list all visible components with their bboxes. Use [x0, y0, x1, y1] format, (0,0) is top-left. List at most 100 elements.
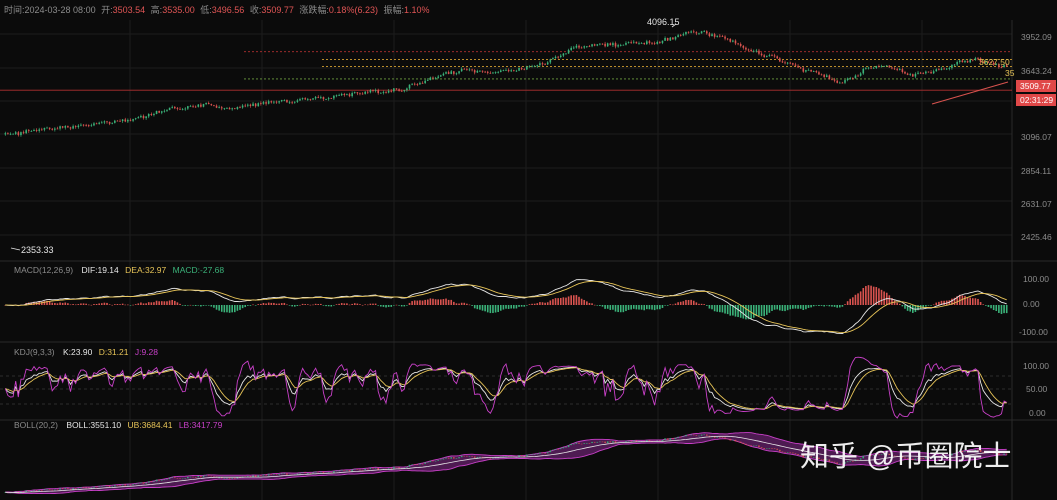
header-amplitude: 1.10%: [404, 5, 430, 15]
candle-body: [361, 93, 364, 95]
boll-candle: [286, 473, 288, 475]
macd-bar: [690, 299, 692, 305]
candle-body: [797, 65, 799, 68]
candle-body: [919, 72, 922, 74]
macd-bar: [992, 305, 995, 311]
header-time-label: 时间:: [4, 4, 25, 15]
macd-bar: [327, 305, 330, 307]
candle-body: [938, 69, 940, 71]
macd-bar: [314, 303, 317, 305]
candle-body: [554, 56, 557, 59]
candle-body: [792, 63, 794, 65]
candle-body: [434, 77, 437, 79]
macd-bar: [784, 305, 786, 312]
macd-bar: [72, 304, 74, 305]
candle-body: [445, 72, 447, 74]
candle-body: [338, 95, 340, 96]
macd-bar: [320, 303, 322, 305]
boll-candle: [314, 471, 317, 473]
macd-bar: [599, 305, 601, 306]
boll-candle: [526, 454, 528, 457]
macd-bar: [526, 305, 528, 306]
candle-body: [194, 106, 197, 108]
macd-bar: [205, 305, 207, 306]
macd-bar: [520, 305, 523, 307]
candlestick-chart[interactable]: 时间:2024-03-28 08:00 开:3503.54 高:3535.00 …: [0, 0, 1057, 500]
macd-bar: [909, 305, 912, 312]
boll-candle: [703, 434, 706, 436]
macd-bar: [588, 302, 591, 305]
boll-candle: [572, 443, 575, 445]
macd-bar: [406, 305, 408, 306]
macd-bar: [181, 305, 184, 306]
boll-candle: [361, 469, 364, 471]
macd-value-label: MACD:-27.68: [173, 265, 225, 275]
macd-bar: [247, 305, 249, 306]
candle-body: [411, 83, 413, 85]
kdj-tick-100: 100.00: [1023, 361, 1049, 371]
macd-bar: [659, 305, 661, 310]
macd-bar: [614, 305, 617, 312]
candle-body: [64, 126, 67, 128]
candle-body: [343, 93, 346, 96]
macd-bar: [737, 305, 739, 318]
macd-bar: [638, 305, 640, 310]
candle-body: [463, 68, 466, 70]
macd-bar: [672, 304, 674, 306]
kdj-tick-0: 0.00: [1029, 408, 1046, 418]
macd-bar: [531, 303, 533, 305]
y-tick-3096: 3096.07: [1021, 132, 1052, 142]
macd-bar: [930, 305, 932, 306]
candle-body: [499, 70, 502, 72]
macd-bar: [567, 296, 570, 305]
y-tick-3643: 3643.24: [1021, 66, 1052, 76]
boll-candle: [453, 457, 455, 459]
boll-candle: [87, 487, 90, 489]
macd-bar: [69, 304, 72, 306]
boll-candle: [226, 477, 228, 479]
header-amplitude-label: 振幅:: [383, 4, 404, 15]
macd-bar: [1005, 305, 1008, 314]
boll-candle: [562, 447, 565, 449]
macd-bar: [572, 295, 575, 305]
countdown-label: 02:31:29: [1020, 95, 1053, 105]
macd-bar: [703, 304, 706, 305]
macd-bar: [752, 305, 755, 318]
candle-body: [771, 55, 773, 57]
macd-bar: [233, 305, 236, 313]
macd-bar: [137, 303, 140, 305]
macd-bar: [844, 304, 846, 305]
macd-bar: [215, 305, 218, 310]
boll-candle: [630, 440, 632, 442]
boll-candle: [745, 443, 747, 445]
macd-bar: [630, 305, 632, 310]
boll-candle: [593, 441, 596, 443]
macd-bar: [466, 303, 468, 305]
candle-body: [1000, 67, 1003, 68]
macd-bar: [964, 295, 966, 305]
candle-body: [38, 129, 41, 131]
candle-body: [296, 100, 299, 102]
candle-body: [625, 42, 627, 45]
candle-body: [844, 80, 846, 83]
candle-body: [80, 124, 82, 126]
macd-bar: [64, 302, 67, 305]
boll-candle: [27, 490, 30, 492]
macd-bar: [724, 305, 726, 314]
candle-body: [779, 58, 781, 62]
boll-candle: [489, 458, 492, 459]
candle-body: [575, 45, 578, 48]
macd-bar: [257, 304, 260, 305]
boll-candle: [692, 434, 695, 436]
boll-candle: [599, 441, 601, 443]
candle-body: [429, 77, 432, 80]
macd-bar: [304, 304, 307, 305]
candle-body: [291, 102, 293, 104]
boll-candle: [794, 453, 797, 455]
macd-bar: [692, 300, 695, 305]
candle-body: [492, 72, 494, 74]
macd-bar: [61, 302, 64, 305]
candle-body: [82, 124, 85, 126]
boll-candle: [359, 469, 361, 471]
boll-candle: [166, 479, 168, 480]
